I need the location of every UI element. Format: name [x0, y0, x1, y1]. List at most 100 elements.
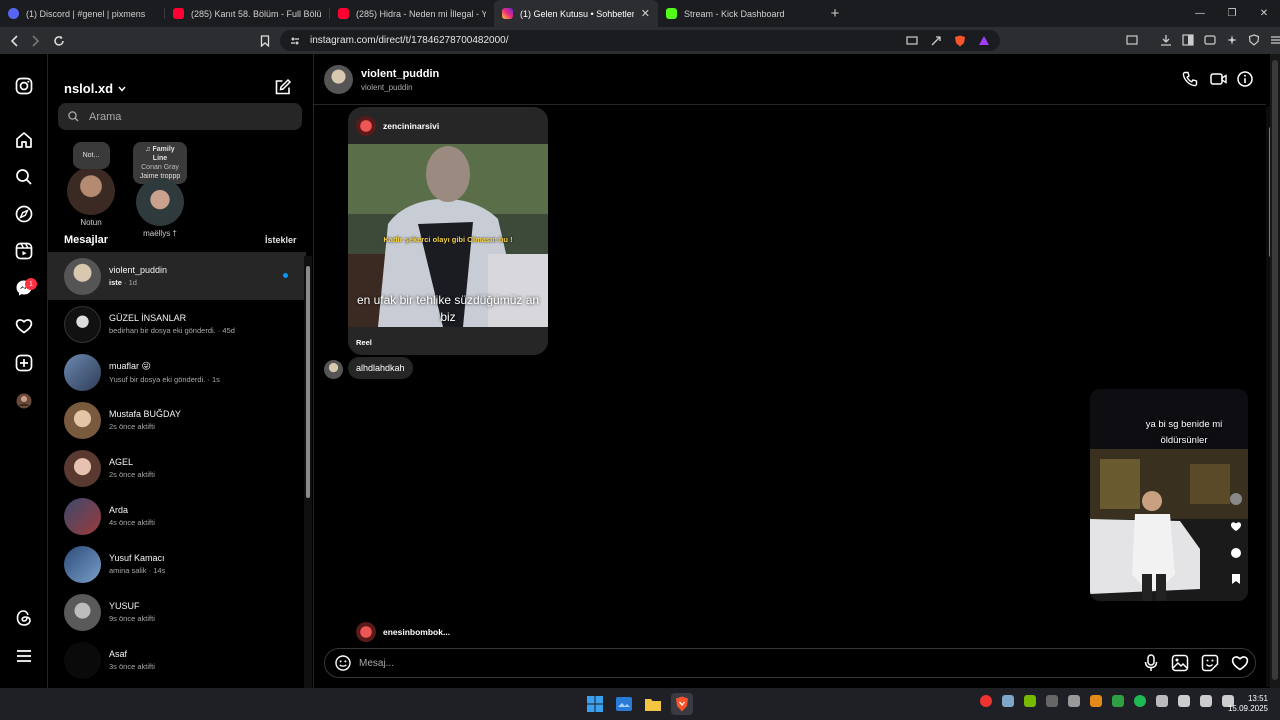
page-scroll-thumb[interactable]: [1272, 60, 1278, 680]
windows-start-icon[interactable]: [584, 693, 606, 715]
search-icon[interactable]: [14, 167, 34, 187]
file-explorer-icon[interactable]: [642, 693, 664, 715]
shared-reel-user[interactable]: zencininarsivi: [383, 121, 439, 131]
microphone-tray-icon[interactable]: [1156, 695, 1168, 707]
tab-discord[interactable]: (1) Discord | #genel | pixmens: [0, 0, 164, 27]
conversation-list-panel: nslol.xd Arama Not... Notun ♫ Family Lin…: [48, 54, 314, 688]
new-tab-button[interactable]: +: [822, 0, 848, 27]
tray-app-icon[interactable]: [1090, 695, 1102, 707]
sidebar-icon[interactable]: [1182, 34, 1194, 46]
wallet-icon[interactable]: [1204, 34, 1216, 46]
conversation-name: Mustafa BUĞDAY: [109, 409, 181, 419]
instagram-logo-icon[interactable]: [14, 76, 34, 96]
message-bubble[interactable]: alhdlahdkah: [348, 357, 413, 379]
conversation-info-icon[interactable]: [1237, 71, 1253, 87]
sticker-icon[interactable]: [1201, 654, 1219, 672]
tray-app-icon[interactable]: [1134, 695, 1146, 707]
conversation-text: AGEL 2s önce aktifti: [109, 457, 155, 479]
explore-icon[interactable]: [14, 204, 34, 224]
conversation-item[interactable]: Arda 4s önce aktifti: [48, 492, 306, 540]
conversation-name: AGEL: [109, 457, 134, 467]
profile-avatar-icon[interactable]: [14, 391, 34, 411]
tab-kick[interactable]: Stream - Kick Dashboard: [658, 0, 822, 27]
reels-icon[interactable]: [14, 241, 34, 261]
nvidia-icon[interactable]: [1024, 695, 1036, 707]
conversation-item[interactable]: GÜZEL İNSANLAR bedirhan bir dosya eki gö…: [48, 300, 306, 348]
download-icon[interactable]: [1160, 34, 1172, 46]
reload-button[interactable]: [49, 31, 69, 51]
leo-ai-icon[interactable]: [1226, 34, 1238, 46]
home-icon[interactable]: [14, 130, 34, 150]
conversation-text: Arda 4s önce aktifti: [109, 505, 155, 527]
note-name: maëllys †: [143, 229, 177, 238]
conversation-item[interactable]: AGEL 2s önce aktifti: [48, 444, 306, 492]
tab-instagram[interactable]: (1) Gelen Kutusu • Sohbetler ✕: [494, 0, 658, 27]
sent-reel-card[interactable]: ya bi sg benide mi öldürsünler: [1090, 389, 1248, 601]
close-window-icon[interactable]: ✕: [1248, 8, 1280, 19]
widgets-icon[interactable]: [613, 693, 635, 715]
search-icon: [68, 111, 79, 122]
partial-shared-post[interactable]: enesinbombok...: [356, 622, 450, 642]
avatar[interactable]: [324, 360, 343, 379]
avatar[interactable]: [324, 65, 353, 94]
new-message-icon[interactable]: [274, 78, 292, 96]
create-post-icon[interactable]: [14, 353, 34, 373]
minimize-icon[interactable]: —: [1184, 8, 1216, 19]
screenshot-icon[interactable]: [1126, 34, 1138, 46]
close-tab-icon[interactable]: ✕: [641, 7, 650, 20]
avatar: [356, 622, 376, 642]
note-item-maellys[interactable]: ♫ Family Line Conan Gray Jaime troppp ma…: [133, 142, 187, 238]
video-call-icon[interactable]: [1210, 71, 1227, 87]
conversation-item[interactable]: Asaf 3s önce aktifti: [48, 636, 306, 684]
note-item-own[interactable]: Not... Notun: [66, 142, 116, 227]
brave-shields-icon[interactable]: [954, 35, 966, 47]
brave-browser-icon[interactable]: [671, 693, 693, 715]
conversation-text: YUSUF 9s önce aktifti: [109, 601, 155, 623]
more-menu-icon[interactable]: [14, 646, 34, 666]
bookmark-icon[interactable]: [255, 31, 275, 51]
image-upload-icon[interactable]: [1171, 654, 1189, 672]
steam-icon[interactable]: [1002, 695, 1014, 707]
like-heart-icon[interactable]: [1231, 654, 1249, 672]
volume-icon[interactable]: [1200, 695, 1212, 707]
tray-app-icon[interactable]: [980, 695, 992, 707]
conversation-list-scroll-thumb[interactable]: [306, 266, 310, 498]
phone-call-icon[interactable]: [1182, 71, 1198, 87]
requests-link[interactable]: İstekler: [265, 235, 297, 245]
emoji-icon[interactable]: [335, 655, 351, 671]
tray-app-icon[interactable]: [1068, 695, 1080, 707]
message-composer[interactable]: Mesaj...: [324, 648, 1256, 678]
tray-app-icon[interactable]: [1112, 695, 1124, 707]
tab-title: (285) Kanıt 58. Bölüm - Full Bölüm - Y: [191, 8, 321, 19]
threads-icon[interactable]: [14, 608, 34, 628]
taskbar-clock[interactable]: 13:51 15.09.2025: [1228, 694, 1268, 714]
conversation-item[interactable]: violent_puddin iste · 1d: [48, 252, 306, 300]
tab-youtube-hidra[interactable]: (285) Hidra - Neden mi İllegal - YouT: [330, 0, 494, 27]
forward-button[interactable]: [25, 31, 45, 51]
microphone-icon[interactable]: [1143, 654, 1159, 672]
brave-rewards-icon[interactable]: [978, 35, 990, 47]
back-button[interactable]: [5, 31, 25, 51]
shared-reel-card[interactable]: zencininarsivi Kadir şekerci olayı gibi …: [348, 107, 548, 355]
network-icon[interactable]: [1178, 695, 1190, 707]
thread-title[interactable]: violent_puddin: [361, 68, 439, 80]
vpn-shield-icon[interactable]: [1248, 34, 1260, 46]
cast-icon[interactable]: [906, 35, 918, 47]
account-switcher[interactable]: nslol.xd: [64, 81, 126, 96]
shared-reel-thumbnail[interactable]: Kadir şekerci olayı gibi Olmasın bu ! en…: [348, 144, 548, 327]
tab-youtube-kanit[interactable]: (285) Kanıt 58. Bölüm - Full Bölüm - Y: [165, 0, 329, 27]
tray-chevron-icon[interactable]: [1046, 695, 1058, 707]
notifications-heart-icon[interactable]: [14, 316, 34, 336]
conversation-item[interactable]: Yusuf Kamacı amina salik · 14s: [48, 540, 306, 588]
menu-icon[interactable]: [1270, 34, 1280, 46]
restore-icon[interactable]: ❐: [1216, 8, 1248, 19]
address-bar[interactable]: instagram.com/direct/t/17846278700482000…: [280, 30, 1000, 51]
conversation-item[interactable]: muaflar 😜 Yusuf bir dosya eki gönderdi. …: [48, 348, 306, 396]
conversation-item[interactable]: YUSUF 9s önce aktifti: [48, 588, 306, 636]
note-song: ♫ Family Line: [138, 145, 182, 163]
search-input[interactable]: Arama: [58, 103, 302, 130]
instagram-icon: [502, 8, 513, 19]
site-info-icon[interactable]: [290, 36, 300, 46]
share-icon[interactable]: [930, 35, 942, 47]
conversation-item[interactable]: Mustafa BUĞDAY 2s önce aktifti: [48, 396, 306, 444]
